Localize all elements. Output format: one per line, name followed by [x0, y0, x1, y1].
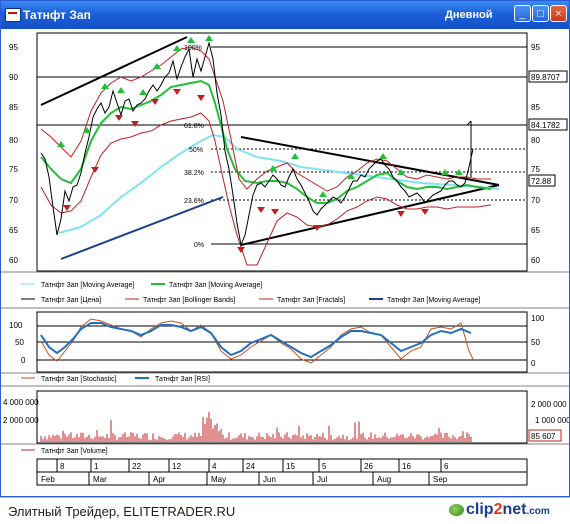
clip2net-logo-icon: [449, 504, 464, 516]
chart-window: Татнфт Зап Дневной _ □ × 95 85 80 75 70 …: [0, 0, 570, 497]
legend-ma-slow: Татнфт Зап [Moving Average]: [41, 282, 134, 289]
vol-tick-left-2m: 2 000 000: [3, 416, 39, 425]
fib-label-50: 50%: [189, 147, 203, 154]
price-tick-95: 95: [531, 43, 540, 52]
svg-text:85 607: 85 607: [531, 432, 556, 441]
legend-ma-fast: Татнфт Зап [Moving Average]: [169, 282, 262, 289]
legend-rsi: Татнфт Зап [RSI]: [155, 376, 210, 383]
month-label-jun: Jun: [263, 475, 276, 484]
price-tick-left-80: 80: [9, 136, 18, 145]
chart-canvas[interactable]: 95 90 85 80 75 70 65 60 95 90 85 80 75 7…: [1, 29, 569, 497]
day-label-10: 16: [402, 462, 411, 471]
price-box-3: 72.88: [528, 174, 556, 187]
fib-label-0: 0%: [194, 242, 204, 249]
price-tick-60: 60: [531, 256, 540, 265]
price-box-2: 84.1782: [528, 118, 568, 131]
legend-ma-trend: Татнфт Зап [Moving Average]: [387, 297, 480, 304]
minimize-button[interactable]: _: [514, 5, 531, 22]
volume-panel[interactable]: 4 000 000 2 000 000 2 000 000 1 000 000 …: [1, 385, 569, 455]
legend-stochastic: Татнфт Зап [Stochastic]: [41, 376, 117, 383]
osc-tick-right-100: 100: [531, 314, 545, 323]
timeframe-label: Дневной: [445, 9, 493, 21]
vol-tick-left-4m: 4 000 000: [3, 398, 39, 407]
price-tick-left-75: 75: [9, 165, 18, 174]
month-label-may: May: [211, 475, 226, 484]
logo-clip: clip: [466, 501, 494, 518]
day-label-1: 8: [60, 462, 65, 471]
osc-legend: Татнфт Зап [Stochastic] Татнфт Зап [RSI]: [21, 376, 210, 383]
legend-bollinger: Татнфт Зап [Bollinger Bands]: [143, 297, 235, 304]
price-tick-left-65: 65: [9, 226, 18, 235]
month-label-apr: Apr: [153, 475, 166, 484]
day-label-6: 24: [246, 462, 255, 471]
price-tick-left-85: 85: [9, 103, 18, 112]
day-label-3: 22: [132, 462, 141, 471]
source-caption: Элитный Трейдер, ELITETRADER.RU: [8, 504, 236, 519]
price-tick-left-60: 60: [9, 256, 18, 265]
osc-tick-right-0: 0: [531, 359, 536, 368]
osc-tick-right-50: 50: [531, 338, 540, 347]
fib-label-236: 23.6%: [184, 198, 204, 205]
month-label-feb: Feb: [41, 475, 55, 484]
svg-text:89.8707: 89.8707: [531, 73, 560, 82]
legend-fractals: Татнфт Зап [Fractals]: [277, 297, 345, 304]
fib-label-382: 38.2%: [184, 170, 204, 177]
vol-tick-right-2m: 2 000 000: [531, 400, 567, 409]
close-button[interactable]: ×: [550, 5, 567, 22]
price-box-1: 89.8707: [528, 70, 568, 83]
logo-net: net: [502, 501, 527, 518]
day-label-2: 1: [94, 462, 99, 471]
price-tick-75: 75: [531, 165, 540, 174]
day-label-5: 4: [212, 462, 217, 471]
price-tick-left-70: 70: [9, 196, 18, 205]
footer-bar: Элитный Трейдер, ELITETRADER.RU clip2net…: [0, 497, 570, 524]
logo-com: .com: [526, 506, 550, 517]
svg-text:84.1782: 84.1782: [531, 121, 560, 130]
maximize-button[interactable]: □: [532, 5, 549, 22]
clip2net-logo[interactable]: clip2net.com: [466, 501, 550, 519]
day-label-8: 5: [322, 462, 327, 471]
price-tick-85: 85: [531, 103, 540, 112]
chart-app-icon: [5, 8, 21, 22]
price-tick-left-90: 90: [9, 73, 18, 82]
day-label-11: 6: [444, 462, 449, 471]
oscillator-panel[interactable]: 100 50 0 100 50 0 Татнфт Зап [Stochastic…: [1, 307, 569, 383]
price-tick-80: 80: [531, 136, 540, 145]
price-legend: Татнфт Зап [Moving Average] Татнфт Зап […: [21, 282, 480, 304]
legend-price: Татнфт Зап [Цена]: [41, 297, 101, 304]
window-title: Татнфт Зап: [23, 8, 91, 22]
month-label-jul: Jul: [317, 475, 327, 484]
month-label-aug: Aug: [377, 475, 391, 484]
price-tick-65: 65: [531, 226, 540, 235]
day-label-9: 26: [364, 462, 373, 471]
osc-tick-left-0: 0: [21, 356, 26, 365]
osc-tick-left-100: 100: [9, 321, 23, 330]
vol-tick-right-1m: 1 000 000: [535, 416, 569, 425]
price-tick-left-95: 95: [9, 43, 18, 52]
time-axis[interactable]: 8 1 22 12 4 24 15 5 26 16 6 Feb Mar Apr …: [36, 458, 528, 486]
price-tick-70: 70: [531, 196, 540, 205]
month-label-sep: Sep: [433, 475, 448, 484]
day-label-7: 15: [286, 462, 295, 471]
price-panel[interactable]: 95 90 85 80 75 70 65 60 95 90 85 80 75 7…: [1, 32, 569, 304]
fib-label-618: 61.8%: [184, 123, 204, 130]
title-bar[interactable]: Татнфт Зап Дневной _ □ ×: [1, 1, 569, 29]
legend-volume: Татнфт Зап [Volume]: [41, 448, 108, 455]
fib-label-100: 100%: [184, 45, 202, 52]
svg-text:72.88: 72.88: [531, 177, 552, 186]
day-label-4: 12: [172, 462, 181, 471]
volume-value-box: 85 607: [528, 429, 562, 442]
osc-tick-left-50: 50: [15, 338, 24, 347]
month-label-mar: Mar: [93, 475, 107, 484]
